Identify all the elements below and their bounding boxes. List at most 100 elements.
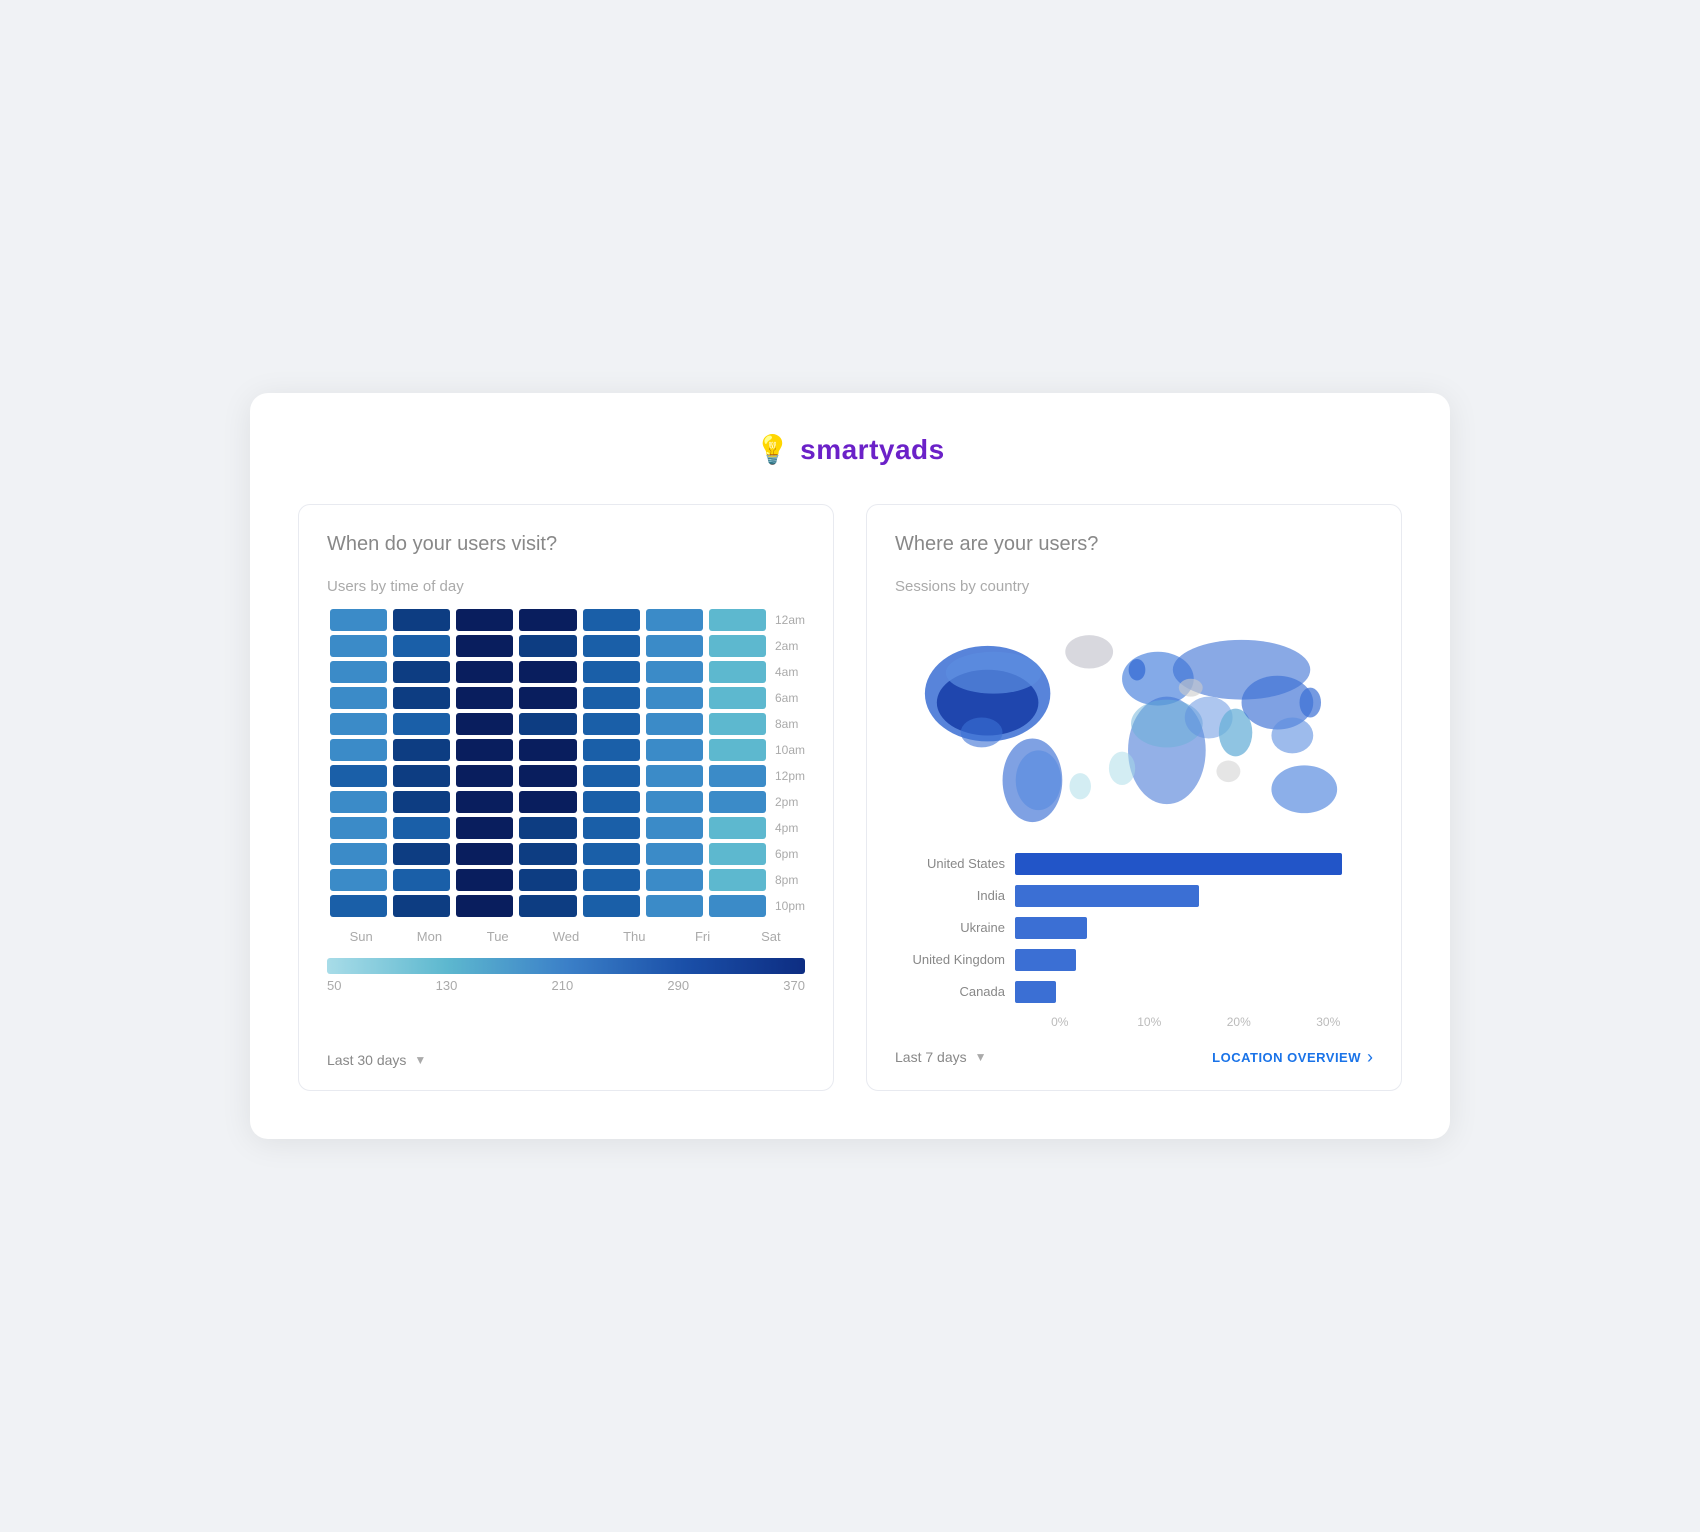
- heatmap-cell: [330, 843, 387, 865]
- heatmap-grid: [327, 607, 769, 919]
- heatmap-cell: [583, 687, 640, 709]
- bar-country-label: Ukraine: [895, 920, 1005, 935]
- right-dropdown-arrow[interactable]: ▼: [975, 1050, 987, 1064]
- day-label: Tue: [464, 929, 532, 944]
- heatmap-cell: [330, 687, 387, 709]
- bar-axis-label: 20%: [1194, 1015, 1284, 1029]
- bar-fill: [1015, 853, 1342, 875]
- legend-label: 290: [667, 978, 689, 993]
- time-label: 10pm: [775, 893, 805, 919]
- heatmap-cell: [330, 609, 387, 631]
- left-panel-footer: Last 30 days ▼: [327, 1052, 805, 1068]
- heatmap-cell: [456, 713, 513, 735]
- heatmap-cell: [709, 635, 766, 657]
- left-panel: When do your users visit? Users by time …: [298, 504, 834, 1090]
- heatmap-col-0: [327, 607, 390, 919]
- location-overview-link[interactable]: LOCATION OVERVIEW ›: [1212, 1047, 1373, 1068]
- heatmap-cell: [583, 635, 640, 657]
- heatmap-cell: [393, 713, 450, 735]
- right-panel-footer: Last 7 days ▼ LOCATION OVERVIEW ›: [895, 1047, 1373, 1068]
- heatmap-col-3: [516, 607, 579, 919]
- heatmap-cell: [646, 661, 703, 683]
- chevron-right-icon[interactable]: ›: [1367, 1047, 1373, 1068]
- legend-label: 50: [327, 978, 341, 993]
- heatmap-cell: [393, 635, 450, 657]
- heatmap-cell: [393, 791, 450, 813]
- bar-axis: 0%10%20%30%: [1015, 1015, 1373, 1029]
- heatmap-cell: [393, 687, 450, 709]
- left-panel-title: When do your users visit?: [327, 533, 805, 556]
- heatmap-cell: [583, 895, 640, 917]
- heatmap-cell: [330, 661, 387, 683]
- heatmap-cell: [330, 635, 387, 657]
- heatmap-cell: [330, 895, 387, 917]
- heatmap-cell: [456, 817, 513, 839]
- heatmap-cell: [519, 869, 576, 891]
- right-panel-title: Where are your users?: [895, 533, 1373, 556]
- heatmap-cell: [646, 791, 703, 813]
- left-dropdown-arrow[interactable]: ▼: [414, 1053, 426, 1067]
- heatmap-cell: [646, 739, 703, 761]
- heatmap-cell: [646, 609, 703, 631]
- heatmap-cell: [646, 843, 703, 865]
- legend: 50130210290370: [327, 958, 805, 993]
- logo-icon: 💡: [755, 433, 790, 466]
- heatmap-cell: [646, 817, 703, 839]
- heatmap-cell: [393, 869, 450, 891]
- heatmap-cell: [456, 609, 513, 631]
- bar-fill: [1015, 949, 1076, 971]
- heatmap-cell: [583, 739, 640, 761]
- heatmap-col-5: [643, 607, 706, 919]
- heatmap-cell: [456, 843, 513, 865]
- time-label: 4pm: [775, 815, 805, 841]
- heatmap-cell: [646, 765, 703, 787]
- day-label: Sat: [737, 929, 805, 944]
- heatmap-cell: [709, 661, 766, 683]
- heatmap-col-2: [453, 607, 516, 919]
- panels-row: When do your users visit? Users by time …: [298, 504, 1402, 1090]
- day-label: Wed: [532, 929, 600, 944]
- heatmap-cell: [583, 713, 640, 735]
- heatmap-cell: [583, 869, 640, 891]
- legend-label: 370: [783, 978, 805, 993]
- day-labels-row: SunMonTueWedThuFriSat: [327, 929, 805, 944]
- time-label: 6pm: [775, 841, 805, 867]
- heatmap-chart-title: Users by time of day: [327, 578, 805, 595]
- bar-fill: [1015, 981, 1056, 1003]
- heatmap-cell: [583, 843, 640, 865]
- heatmap-cell: [393, 661, 450, 683]
- right-period-label[interactable]: Last 7 days: [895, 1049, 967, 1065]
- left-period-label[interactable]: Last 30 days: [327, 1052, 406, 1068]
- heatmap-cell: [709, 869, 766, 891]
- heatmap-cell: [456, 895, 513, 917]
- heatmap-cell: [330, 739, 387, 761]
- heatmap-cell: [583, 661, 640, 683]
- right-panel: Where are your users? Sessions by countr…: [866, 504, 1402, 1090]
- heatmap-cell: [330, 869, 387, 891]
- heatmap-cell: [393, 895, 450, 917]
- heatmap-cell: [709, 713, 766, 735]
- heatmap-cell: [519, 791, 576, 813]
- heatmap-cell: [393, 609, 450, 631]
- world-map: [895, 607, 1373, 834]
- time-label: 8am: [775, 711, 805, 737]
- time-label: 2pm: [775, 789, 805, 815]
- heatmap-cell: [583, 791, 640, 813]
- heatmap-cell: [330, 817, 387, 839]
- day-label: Sun: [327, 929, 395, 944]
- heatmap-cell: [456, 869, 513, 891]
- heatmap-container: 12am2am4am6am8am10am12pm2pm4pm6pm8pm10pm…: [327, 607, 805, 1033]
- heatmap-cell: [709, 791, 766, 813]
- bar-country-label: United Kingdom: [895, 952, 1005, 967]
- time-label: 6am: [775, 685, 805, 711]
- bar-fill: [1015, 917, 1087, 939]
- heatmap-cell: [519, 895, 576, 917]
- bar-row: United Kingdom: [895, 949, 1373, 971]
- right-footer-left: Last 7 days ▼: [895, 1049, 987, 1065]
- time-label: 2am: [775, 633, 805, 659]
- bar-row: Ukraine: [895, 917, 1373, 939]
- heatmap-cell: [393, 765, 450, 787]
- time-labels: 12am2am4am6am8am10am12pm2pm4pm6pm8pm10pm: [775, 607, 805, 919]
- location-overview-label[interactable]: LOCATION OVERVIEW: [1212, 1050, 1361, 1065]
- day-label: Thu: [600, 929, 668, 944]
